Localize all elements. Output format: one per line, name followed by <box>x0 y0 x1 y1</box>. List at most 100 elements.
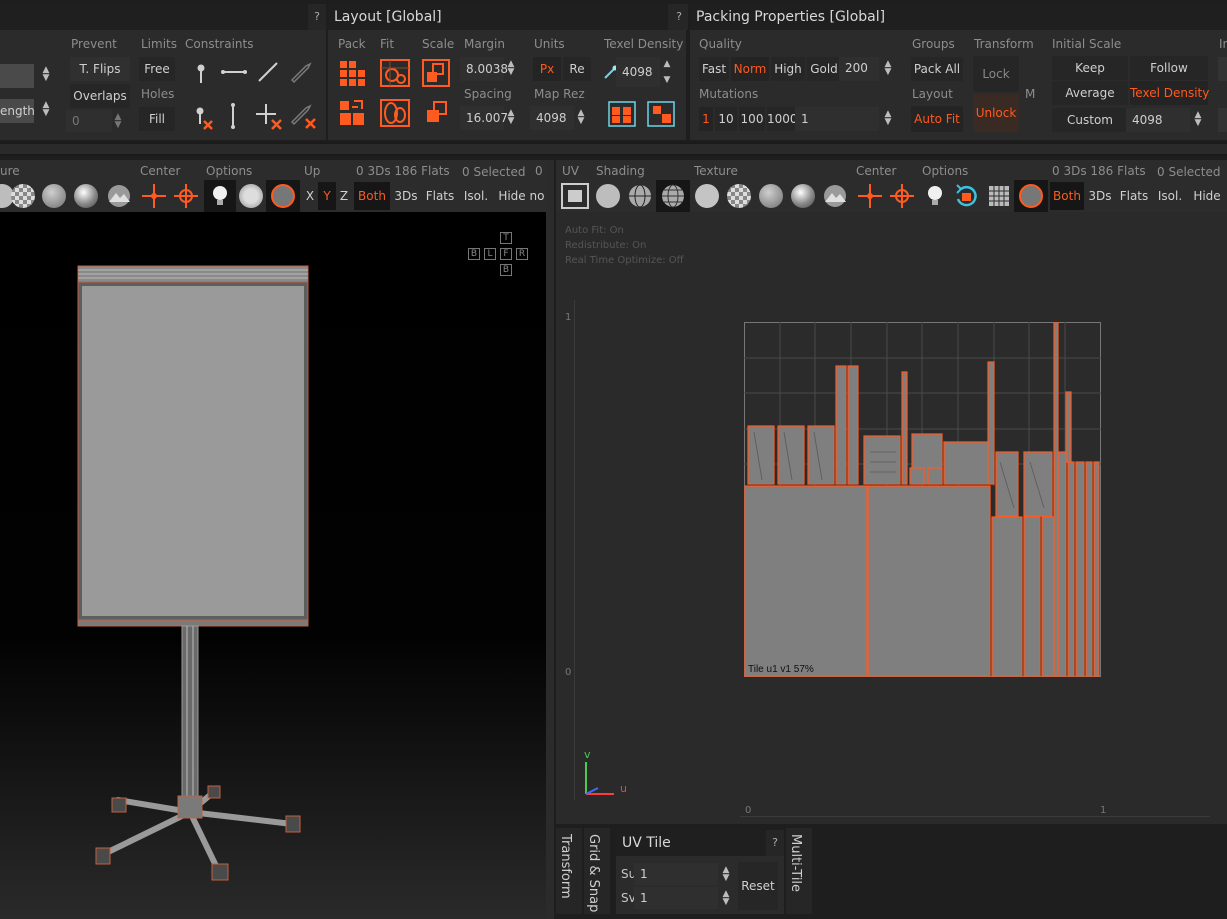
view-cube-front[interactable]: F <box>500 248 512 260</box>
units-re-button[interactable]: Re <box>563 57 591 81</box>
uv-tile[interactable]: Tile u1 v1 57% <box>744 322 1102 678</box>
transform-tab[interactable]: Transform <box>556 828 582 914</box>
checker-icon[interactable] <box>11 184 35 208</box>
texel-density-button[interactable]: Texel Density <box>1130 81 1209 105</box>
uv-light-bulb-icon[interactable] <box>925 184 945 208</box>
uv-both-button[interactable]: Both <box>1050 182 1084 210</box>
horizontal-constraint-icon[interactable] <box>220 62 248 82</box>
diagonal-constraint-icon[interactable] <box>256 60 280 84</box>
up-x-button[interactable]: X <box>302 182 318 210</box>
spacing-spinner[interactable]: ▲ ▼ <box>505 109 517 126</box>
view-cube-right[interactable]: R <box>516 248 528 260</box>
mutations-value-field[interactable]: 1 <box>795 107 879 131</box>
su-field[interactable]: 1 <box>634 863 718 885</box>
uv-terrain-icon[interactable] <box>822 184 848 208</box>
lock-button[interactable]: Lock <box>973 56 1019 92</box>
mutations-100[interactable]: 100 <box>739 107 765 131</box>
fit-rings-icon[interactable] <box>380 99 410 127</box>
map-rez-field[interactable]: 4098 <box>530 106 574 130</box>
wire-sphere-icon[interactable] <box>239 184 263 208</box>
mutations-1[interactable]: 1 <box>699 107 713 131</box>
center-selected-icon[interactable] <box>172 182 200 210</box>
viewport-splitter[interactable] <box>546 160 554 919</box>
average-button[interactable]: Average <box>1052 81 1128 105</box>
view-cube-top[interactable]: T <box>500 232 512 244</box>
up-z-button[interactable]: Z <box>336 182 352 210</box>
uv-matcap-icon[interactable] <box>759 184 783 208</box>
texel-density-spinner[interactable]: ▲ ▼ <box>661 60 673 85</box>
uv-checker-icon[interactable] <box>727 184 751 208</box>
fit-grid-icon[interactable] <box>380 59 410 87</box>
mutations-10[interactable]: 10 <box>715 107 737 131</box>
multi-tile-tab[interactable]: Multi-Tile <box>786 828 812 914</box>
left-both-button[interactable]: Both <box>354 182 390 210</box>
unpin-icon[interactable] <box>190 104 216 130</box>
scale-up-icon[interactable] <box>422 59 450 87</box>
lit-icon[interactable] <box>74 184 98 208</box>
overlaps-button[interactable]: Overlaps <box>70 84 130 108</box>
quality-high[interactable]: High <box>771 57 805 81</box>
pack-grid-icon[interactable] <box>338 59 366 87</box>
matcap-icon[interactable] <box>42 184 66 208</box>
view-cube-left[interactable]: L <box>484 248 496 260</box>
help-button[interactable]: ? <box>308 4 326 30</box>
quality-value-field[interactable]: 200 <box>839 57 879 81</box>
left-flats-button[interactable]: Flats <box>424 182 456 210</box>
left-stub-spinner[interactable]: ▲ ▼ <box>40 66 52 83</box>
quality-fast[interactable]: Fast <box>699 57 729 81</box>
custom-button[interactable]: Custom <box>1052 108 1128 132</box>
up-y-button[interactable]: Y <box>318 182 336 210</box>
uv-tile-help-button[interactable]: ? <box>766 830 784 856</box>
uv-grid-icon[interactable] <box>988 185 1010 207</box>
left-3ds-button[interactable]: 3Ds <box>392 182 420 210</box>
sv-spinner[interactable]: ▲ ▼ <box>720 890 732 907</box>
view-cube-back[interactable]: B <box>468 248 480 260</box>
keep-button[interactable]: Keep <box>1052 56 1128 80</box>
uv-center-selected-icon[interactable] <box>888 182 916 210</box>
left-no-button[interactable]: no <box>528 182 546 210</box>
quality-gold[interactable]: Gold <box>807 57 841 81</box>
grid-snap-tab[interactable]: Grid & Snap <box>584 828 610 914</box>
texel-set-icon[interactable] <box>608 101 636 127</box>
clear-axis-constraint-icon[interactable] <box>254 102 284 130</box>
panel-stub-field[interactable] <box>1218 57 1227 81</box>
pack-selected-icon[interactable] <box>338 99 366 127</box>
length-field[interactable]: ength <box>0 99 35 123</box>
uv-wire-globe-icon[interactable] <box>627 184 653 208</box>
uv-flats-button[interactable]: Flats <box>1118 182 1150 210</box>
clear-pen-constraint-icon[interactable] <box>288 102 318 130</box>
mutations-1000[interactable]: 1000 <box>767 107 798 131</box>
uv-3ds-button[interactable]: 3Ds <box>1086 182 1114 210</box>
spacing-field[interactable]: 16.007 <box>460 106 508 130</box>
uv-flat-sphere-icon[interactable] <box>596 184 620 208</box>
prevent-spinner[interactable]: ▲ ▼ <box>112 113 124 130</box>
packing-help-button[interactable]: ? <box>670 4 688 30</box>
custom-value-field[interactable]: 4098 <box>1126 108 1190 132</box>
pin-icon[interactable] <box>190 60 212 86</box>
free-button[interactable]: Free <box>139 57 175 81</box>
view-cube[interactable]: T B L F R B <box>467 232 531 278</box>
texel-get-icon[interactable] <box>647 101 675 127</box>
fill-button[interactable]: Fill <box>139 107 175 131</box>
view-cube-bottom[interactable]: B <box>500 264 512 276</box>
follow-button[interactable]: Follow <box>1130 56 1208 80</box>
left-hide-button[interactable]: Hide <box>496 182 528 210</box>
left-isol-button[interactable]: Isol. <box>460 182 492 210</box>
uv-lit-icon[interactable] <box>791 184 815 208</box>
scale-down-icon[interactable] <box>426 101 448 123</box>
texel-density-field[interactable]: 4098 <box>616 57 660 87</box>
su-spinner[interactable]: ▲ ▼ <box>720 866 732 883</box>
uv-hide-button[interactable]: Hide <box>1190 182 1224 210</box>
units-px-button[interactable]: Px <box>533 57 561 81</box>
auto-fit-button[interactable]: Auto Fit <box>911 106 963 132</box>
quality-norm[interactable]: Norm <box>731 57 769 81</box>
left-stub-field[interactable] <box>0 64 34 88</box>
uv-center-icon[interactable] <box>856 182 884 210</box>
center-icon[interactable] <box>140 182 168 210</box>
custom-spinner[interactable]: ▲ ▼ <box>1192 111 1204 128</box>
terrain-icon[interactable] <box>106 184 132 208</box>
reset-button[interactable]: Reset <box>738 862 778 910</box>
mutations-spinner[interactable]: ▲ ▼ <box>882 110 894 127</box>
vertical-constraint-icon[interactable] <box>226 102 240 130</box>
margin-spinner[interactable]: ▲ ▼ <box>505 60 517 77</box>
